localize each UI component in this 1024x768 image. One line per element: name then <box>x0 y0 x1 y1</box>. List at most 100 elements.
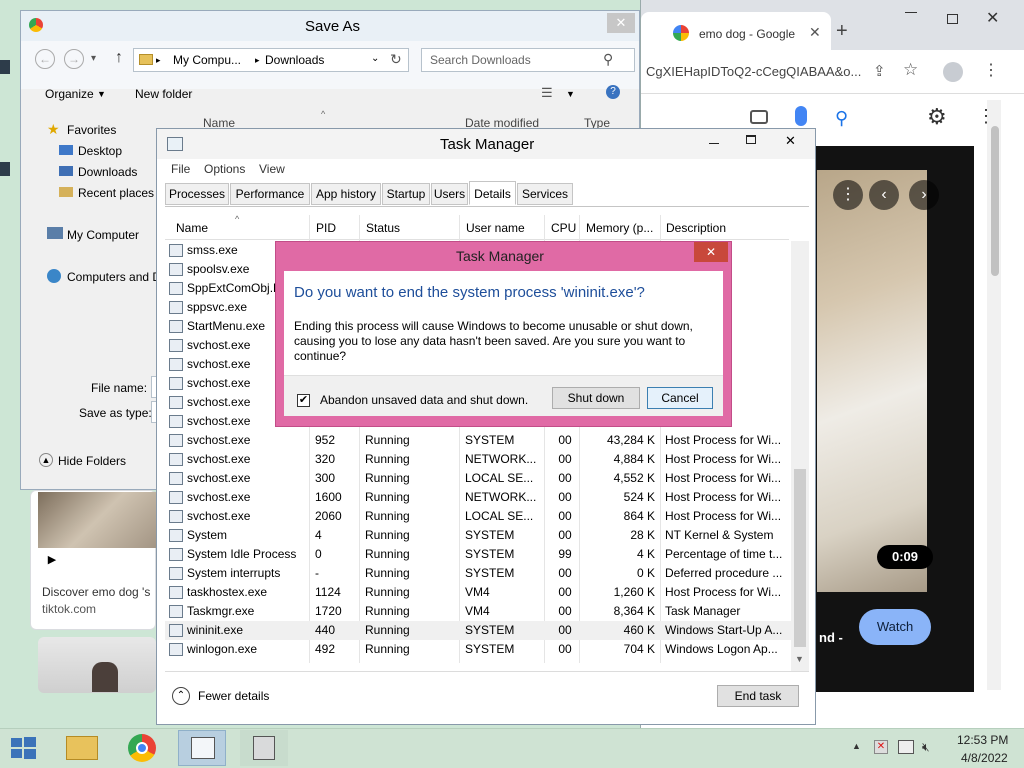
dialog-close-icon[interactable]: ✕ <box>694 242 728 262</box>
profile-avatar-icon[interactable] <box>943 62 963 82</box>
up-arrow-icon[interactable]: ↑ <box>115 49 123 67</box>
hide-folders-chevron-icon[interactable]: ▲ <box>39 453 53 467</box>
abandon-checkbox-label[interactable]: Abandon unsaved data and shut down. <box>320 393 528 407</box>
desktop-icon-fragment[interactable] <box>0 162 10 176</box>
table-row[interactable]: System 4 Running SYSTEM 00 28 K NT Kernel & Sy… <box>165 526 791 545</box>
settings-gear-icon[interactable]: ⚙ <box>927 104 947 130</box>
table-row[interactable]: taskhostex.exe 1124 Running VM4 00 1,260 K Hos… <box>165 583 791 602</box>
table-row[interactable]: svchost.exe 952 Running SYSTEM 00 43,284 K Hos… <box>165 431 791 450</box>
fewer-details-chevron-icon[interactable]: ⌃ <box>172 687 190 705</box>
breadcrumb-my-computer[interactable]: My Compu... <box>173 53 241 67</box>
column-cpu[interactable]: CPU <box>551 221 576 235</box>
result-title[interactable]: Discover emo dog 's <box>42 585 154 599</box>
close-tab-icon[interactable]: ✕ <box>809 24 821 41</box>
prev-arrow-icon[interactable]: ‹ <box>869 180 899 210</box>
file-explorer-taskbar-icon[interactable] <box>58 730 106 766</box>
table-row[interactable]: System Idle Process 0 Running SYSTEM 99 4 K Pe… <box>165 545 791 564</box>
table-row[interactable]: svchost.exe 1600 Running NETWORK... 00 524 K H… <box>165 488 791 507</box>
tab-services[interactable]: Services <box>517 183 573 205</box>
column-name[interactable]: Name <box>176 221 208 235</box>
chrome-menu-icon[interactable]: ⋮ <box>983 60 999 80</box>
share-icon[interactable]: ⇪ <box>873 62 886 80</box>
table-row[interactable]: Taskmgr.exe 1720 Running VM4 00 8,364 K Task M… <box>165 602 791 621</box>
clock-time[interactable]: 12:53 PM <box>957 733 1008 747</box>
tree-network[interactable]: Computers and D <box>67 270 157 284</box>
tree-downloads[interactable]: Downloads <box>78 165 137 179</box>
view-dropdown-icon[interactable]: ▼ <box>566 89 575 99</box>
table-row[interactable]: wininit.exe 440 Running SYSTEM 00 460 K Window… <box>165 621 791 640</box>
close-icon[interactable]: ✕ <box>607 13 635 33</box>
menu-options[interactable]: Options <box>204 162 245 176</box>
cancel-button[interactable]: Cancel <box>647 387 713 409</box>
tab-users[interactable]: Users <box>431 183 468 205</box>
tree-desktop[interactable]: Desktop <box>78 144 122 158</box>
column-user-name[interactable]: User name <box>466 221 525 235</box>
column-description[interactable]: Description <box>666 221 726 235</box>
column-pid[interactable]: PID <box>316 221 336 235</box>
new-folder-button[interactable]: New folder <box>135 87 192 101</box>
breadcrumb-chevron-icon[interactable]: ▸ <box>156 55 161 66</box>
tab-startup[interactable]: Startup <box>382 183 430 205</box>
play-icon[interactable]: ▶ <box>38 548 66 572</box>
more-options-icon[interactable]: ⋮ <box>833 180 863 210</box>
menu-file[interactable]: File <box>171 162 190 176</box>
network-status-icon[interactable] <box>898 740 914 754</box>
clock-date[interactable]: 4/8/2022 <box>961 751 1008 765</box>
table-scrollbar-thumb[interactable] <box>794 469 806 647</box>
breadcrumb-downloads[interactable]: Downloads <box>265 53 324 67</box>
help-icon[interactable]: ? <box>606 85 620 99</box>
page-scrollbar-thumb[interactable] <box>991 126 999 276</box>
tab-performance[interactable]: Performance <box>230 183 310 205</box>
tab-app-history[interactable]: App history <box>311 183 381 205</box>
table-row[interactable]: svchost.exe 300 Running LOCAL SE... 00 4,552 … <box>165 469 791 488</box>
start-button[interactable] <box>10 736 38 760</box>
abandon-checkbox[interactable]: ✔ <box>297 394 310 407</box>
watch-button[interactable]: Watch <box>859 609 931 645</box>
tab-details[interactable]: Details <box>469 181 516 205</box>
column-memory[interactable]: Memory (p... <box>586 221 661 235</box>
table-row[interactable]: svchost.exe 320 Running NETWORK... 00 4,884 K… <box>165 450 791 469</box>
breadcrumb-chevron-icon[interactable]: ▸ <box>255 55 260 66</box>
close-window-icon[interactable]: ✕ <box>986 8 999 28</box>
tree-favorites[interactable]: Favorites <box>67 123 116 137</box>
volume-muted-icon[interactable]: 🔇︎ <box>922 740 930 755</box>
camera-search-icon[interactable] <box>750 110 768 124</box>
tree-my-computer[interactable]: My Computer <box>67 228 139 242</box>
table-row[interactable]: svchost.exe 2060 Running LOCAL SE... 00 864 K… <box>165 507 791 526</box>
desktop-icon-fragment[interactable] <box>0 60 10 74</box>
minimize-icon[interactable] <box>905 12 917 13</box>
refresh-icon[interactable]: ↻ <box>390 51 402 68</box>
address-dropdown-icon[interactable]: ⌄ <box>371 53 379 64</box>
show-hidden-icons-icon[interactable]: ▲ <box>852 741 861 751</box>
organize-button[interactable]: Organize <box>45 87 94 101</box>
search-icon[interactable]: ⚲ <box>603 51 613 68</box>
back-icon[interactable]: ← <box>35 49 55 69</box>
search-icon[interactable]: ⚲ <box>835 108 848 129</box>
end-task-button[interactable]: End task <box>717 685 799 707</box>
shut-down-button[interactable]: Shut down <box>552 387 640 409</box>
minimize-icon[interactable] <box>709 143 719 144</box>
action-center-icon[interactable]: ✕ <box>874 740 888 754</box>
new-tab-icon[interactable]: + <box>836 20 848 43</box>
result-thumbnail[interactable] <box>38 492 156 548</box>
tree-recent-places[interactable]: Recent places <box>78 186 154 200</box>
address-bar[interactable]: CgXIEHapIDToQ2-cCegQIABAA&o... <box>646 64 896 79</box>
menu-view[interactable]: View <box>259 162 285 176</box>
column-status[interactable]: Status <box>366 221 400 235</box>
video-thumbnail[interactable] <box>817 170 927 592</box>
fewer-details-button[interactable]: Fewer details <box>198 689 269 703</box>
scroll-down-icon[interactable]: ▼ <box>795 654 804 664</box>
table-row[interactable]: System interrupts - Running SYSTEM 00 0 K Defe… <box>165 564 791 583</box>
maximize-icon[interactable] <box>947 14 958 24</box>
hide-folders-button[interactable]: Hide Folders <box>58 454 126 468</box>
recent-dropdown-icon[interactable]: ▾ <box>91 53 96 64</box>
forward-icon[interactable]: → <box>64 49 84 69</box>
table-row[interactable]: winlogon.exe 492 Running SYSTEM 00 704 K Windo… <box>165 640 791 659</box>
tab-processes[interactable]: Processes <box>165 183 229 205</box>
maximize-icon[interactable] <box>746 135 756 144</box>
view-options-icon[interactable]: ☰ <box>541 85 553 101</box>
bookmark-star-icon[interactable]: ☆ <box>903 60 918 80</box>
task-manager-taskbar-icon[interactable] <box>178 730 226 766</box>
chrome-taskbar-icon[interactable] <box>118 730 166 766</box>
next-arrow-icon[interactable]: › <box>909 180 939 210</box>
